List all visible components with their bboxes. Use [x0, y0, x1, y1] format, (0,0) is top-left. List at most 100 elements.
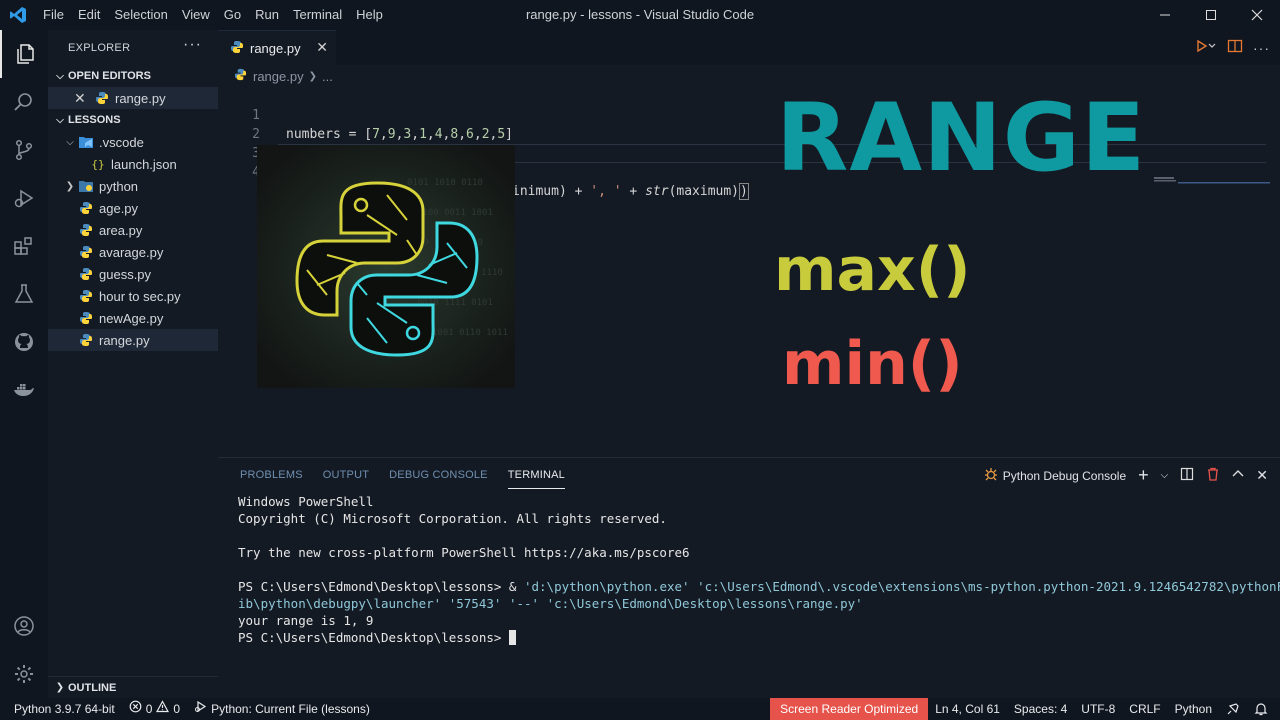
close-panel-icon[interactable]: ✕ — [1256, 467, 1268, 484]
menu-edit[interactable]: Edit — [71, 0, 107, 30]
notifications-bell-icon[interactable] — [1247, 698, 1280, 720]
open-editor-item[interactable]: ✕ range.py — [48, 87, 218, 109]
more-actions-icon[interactable]: ··· — [183, 36, 202, 54]
chevron-right-icon: ❯ — [308, 70, 317, 82]
new-terminal-icon[interactable]: + — [1138, 465, 1149, 486]
run-python-file-icon[interactable] — [1195, 38, 1217, 57]
menu-terminal[interactable]: Terminal — [286, 0, 349, 30]
github-icon[interactable] — [0, 318, 48, 366]
tab-terminal[interactable]: TERMINAL — [507, 458, 566, 493]
docker-icon[interactable] — [0, 366, 48, 414]
overlay-title-range: RANGE — [776, 84, 1147, 193]
python-interpreter-status[interactable]: Python 3.9.7 64-bit — [0, 698, 122, 720]
language-mode-status[interactable]: Python — [1168, 698, 1219, 720]
overlay-min-label: min() — [782, 329, 963, 399]
minimize-button[interactable] — [1142, 0, 1188, 30]
cursor-position-status[interactable]: Ln 4, Col 61 — [928, 698, 1007, 720]
terminal-cmd-launcher: 'c:\Users\Edmond\.vscode\extensions\ms-p… — [697, 579, 1280, 594]
settings-gear-icon[interactable] — [0, 650, 48, 698]
menu-go[interactable]: Go — [217, 0, 248, 30]
debug-bug-icon — [984, 467, 998, 484]
code-line: 3 minimum = min(numbers) — [218, 125, 458, 180]
lessons-folder-section[interactable]: ⌵ LESSONS — [48, 109, 218, 131]
terminal-cmd-file: 'c:\Users\Edmond\Desktop\lessons\range.p… — [546, 596, 863, 611]
more-actions-icon[interactable]: ··· — [1253, 40, 1270, 56]
status-bar: Python 3.9.7 64-bit 0 0 Python: Current … — [0, 698, 1280, 720]
tab-debug-console[interactable]: DEBUG CONSOLE — [389, 458, 488, 493]
chevron-right-icon: ❯ — [55, 682, 65, 693]
maximize-button[interactable] — [1188, 0, 1234, 30]
split-terminal-icon[interactable] — [1180, 467, 1194, 484]
menu-selection[interactable]: Selection — [107, 0, 174, 30]
tab-problems[interactable]: PROBLEMS — [240, 458, 303, 493]
encoding-status[interactable]: UTF-8 — [1074, 698, 1122, 720]
search-icon[interactable] — [0, 78, 48, 126]
screen-reader-status[interactable]: Screen Reader Optimized — [770, 698, 929, 720]
menu-view[interactable]: View — [175, 0, 217, 30]
trash-icon[interactable] — [1206, 467, 1220, 484]
split-editor-icon[interactable] — [1227, 38, 1243, 57]
explorer-icon[interactable] — [0, 30, 48, 78]
bottom-panel: PROBLEMS OUTPUT DEBUG CONSOLE TERMINAL P… — [218, 457, 1280, 698]
python-file-icon — [230, 40, 244, 57]
extensions-icon[interactable] — [0, 222, 48, 270]
minimap[interactable] — [1154, 174, 1270, 184]
code-line: 2 maximum = max(numbers) — [218, 106, 458, 161]
tab-range-py[interactable]: range.py ✕ — [218, 30, 336, 65]
terminal-command-line-wrap: ib\python\debugpy\launcher' '57543' '--'… — [238, 595, 1268, 612]
menu-help[interactable]: Help — [349, 0, 390, 30]
close-icon[interactable]: ✕ — [74, 90, 90, 107]
close-tab-icon[interactable]: ✕ — [316, 39, 328, 56]
tree-item-age-py[interactable]: age.py — [48, 197, 218, 219]
python-file-icon — [78, 310, 94, 326]
terminal-output[interactable]: Windows PowerShell Copyright (C) Microso… — [238, 493, 1280, 646]
menu-file[interactable]: File — [36, 0, 71, 30]
panel-actions: Python Debug Console + ⌵ ✕ — [984, 458, 1268, 493]
status-bar-right: Screen Reader Optimized Ln 4, Col 61 Spa… — [770, 698, 1280, 720]
problems-status[interactable]: 0 0 — [122, 698, 187, 720]
breadcrumb-more[interactable]: ... — [322, 69, 333, 84]
activity-bar — [0, 30, 48, 698]
outline-section[interactable]: ❯ OUTLINE — [48, 676, 218, 698]
python-file-icon — [78, 288, 94, 304]
accounts-icon[interactable] — [0, 602, 48, 650]
json-file-icon: {} — [91, 157, 105, 171]
tree-item-launch-json[interactable]: {} launch.json — [48, 153, 218, 175]
tree-item-vscode[interactable]: ⌵ .vscode — [48, 131, 218, 153]
eol-status[interactable]: CRLF — [1122, 698, 1167, 720]
indentation-status[interactable]: Spaces: 4 — [1007, 698, 1074, 720]
tree-item-label: python — [99, 178, 139, 194]
tree-item-area-py[interactable]: area.py — [48, 219, 218, 241]
close-window-button[interactable] — [1234, 0, 1280, 30]
vscode-logo-icon — [0, 0, 36, 30]
error-icon — [129, 698, 142, 720]
python-file-icon — [78, 266, 94, 282]
tab-output[interactable]: OUTPUT — [323, 458, 369, 493]
terminal-select[interactable]: Python Debug Console — [984, 467, 1126, 484]
maximize-panel-icon[interactable] — [1232, 468, 1244, 483]
tree-item-hour-to-sec-py[interactable]: hour to sec.py — [48, 285, 218, 307]
python-file-icon — [78, 222, 94, 238]
tree-item-python-folder[interactable]: ❯ python — [48, 175, 218, 197]
feedback-icon[interactable] — [1219, 698, 1247, 720]
chevron-right-icon: ❯ — [65, 180, 75, 192]
overlay-max-label: max() — [774, 235, 971, 305]
tree-item-avarage-py[interactable]: avarage.py — [48, 241, 218, 263]
tree-item-label: newAge.py — [99, 310, 164, 326]
panel-tabs: PROBLEMS OUTPUT DEBUG CONSOLE TERMINAL — [230, 458, 575, 493]
tab-label: range.py — [250, 40, 301, 56]
run-config-status[interactable]: Python: Current File (lessons) — [187, 698, 377, 720]
chevron-down-icon[interactable]: ⌵ — [1161, 470, 1169, 481]
menu-run[interactable]: Run — [248, 0, 286, 30]
tree-item-newage-py[interactable]: newAge.py — [48, 307, 218, 329]
breadcrumb-file[interactable]: range.py — [253, 69, 304, 84]
tree-item-guess-py[interactable]: guess.py — [48, 263, 218, 285]
testing-flask-icon[interactable] — [0, 270, 48, 318]
open-editors-section[interactable]: ⌵ OPEN EDITORS — [48, 65, 218, 87]
python-logo-image: 0101 1010 0110 1100 0011 1001 0110 1101 … — [257, 145, 515, 388]
tree-item-range-py[interactable]: range.py — [48, 329, 218, 351]
lessons-folder-label: LESSONS — [68, 114, 121, 126]
tree-item-label: .vscode — [99, 134, 144, 150]
source-control-icon[interactable] — [0, 126, 48, 174]
run-debug-icon[interactable] — [0, 174, 48, 222]
